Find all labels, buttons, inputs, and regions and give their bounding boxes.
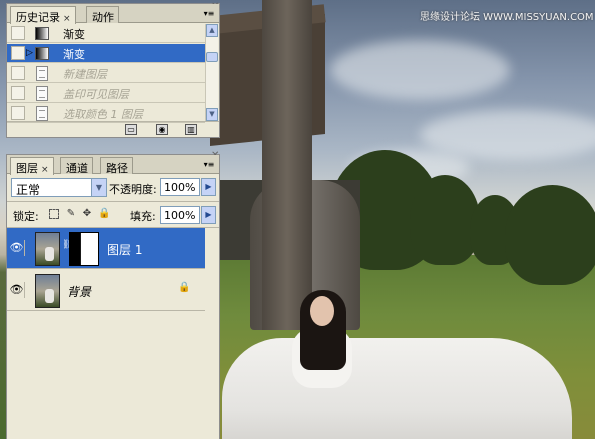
fill-input[interactable]: 100% [160,206,200,224]
cloud [420,110,595,160]
layer-row[interactable]: 👁 背景 🔒 [7,270,205,311]
trash-icon[interactable]: ▥ [185,124,197,135]
fill-label: 填充: [130,210,156,223]
history-item-label: 渐变 [63,48,85,61]
tree [505,185,595,285]
wedding-dress [222,338,572,439]
lock-transparent-icon[interactable] [49,209,59,219]
eye-icon[interactable]: 👁 [9,240,25,256]
tab-layers-label: 图层 [16,162,38,175]
history-item[interactable]: 新建图层 [7,64,205,83]
new-document-icon[interactable]: ▭ [125,124,137,135]
tab-actions[interactable]: 动作 [86,6,119,24]
lock-label: 锁定: [13,210,39,223]
history-item-label: 盖印可见图层 [63,88,129,101]
bride-face [310,296,334,326]
tab-layers[interactable]: 图层 × [10,157,54,175]
layer-thumbnail[interactable] [35,274,60,308]
history-state-icon [36,86,48,101]
panel-menu-icon[interactable]: ▾≡ [202,159,216,170]
layer-mask-thumbnail[interactable] [69,232,99,266]
chevron-down-icon[interactable]: ▼ [91,179,106,196]
history-item[interactable]: 盖印可见图层 [7,84,205,103]
scroll-up-icon[interactable]: ▲ [206,24,218,37]
camera-icon[interactable]: ◉ [156,124,168,135]
gradient-thumb-icon [35,27,49,40]
history-panel: ✕ 历史记录× 动作 ▾≡ 渐变 ▷ 渐变 新建图层 盖印可见图层 选取颜色 1… [6,1,220,138]
history-footer: ▭ ◉ ▥ [7,121,219,137]
tab-paths-label: 路径 [106,162,128,175]
tab-paths[interactable]: 路径 [100,157,133,175]
divider [7,201,219,202]
opacity-value: 100% [164,181,196,194]
tab-close-icon[interactable]: × [41,165,49,175]
blend-mode-select[interactable]: 正常 ▼ [11,178,107,197]
tab-close-icon[interactable]: × [63,14,71,24]
blend-mode-value: 正常 [16,183,41,197]
history-item-label: 渐变 [63,28,85,41]
stone-pillar [262,0,312,330]
tab-history-label: 历史记录 [16,11,60,24]
history-scrollbar[interactable]: ▲ ▼ [205,24,218,121]
history-item[interactable]: ▷ 渐变 [7,44,205,63]
history-item-label: 选取颜色 1 图层 [63,108,143,121]
gradient-thumb-icon [35,47,49,60]
layer-thumbnail[interactable] [35,232,60,266]
layer-row[interactable]: 👁 ⛓ 图层 1 [7,228,205,269]
tab-actions-label: 动作 [92,11,114,24]
history-item[interactable]: 渐变 [7,24,205,43]
snapshot-checkbox[interactable] [11,86,25,100]
tab-channels-label: 通道 [66,162,88,175]
opacity-slider-arrow-icon[interactable]: ▶ [201,178,216,196]
layer-name[interactable]: 背景 [67,283,91,300]
tab-history[interactable]: 历史记录 × [10,6,76,24]
opacity-input[interactable]: 100% [160,178,200,196]
snapshot-checkbox[interactable] [11,106,25,120]
scroll-down-icon[interactable]: ▼ [206,108,218,121]
lock-brush-icon[interactable]: ✎ [65,208,77,220]
history-state-icon [36,66,48,81]
history-state-icon [36,106,48,121]
layer-name[interactable]: 图层 1 [107,241,142,258]
scroll-thumb[interactable] [206,52,218,62]
opacity-label: 不透明度: [109,183,157,196]
layers-tabbar: 图层 × 通道 路径 ▾≡ [7,155,219,175]
tab-channels[interactable]: 通道 [60,157,93,175]
eye-icon[interactable]: 👁 [9,282,25,298]
snapshot-checkbox[interactable] [11,66,25,80]
history-tabbar: 历史记录 × 动作 ▾≡ [7,4,219,24]
fill-value: 100% [164,209,196,222]
snapshot-checkbox[interactable] [11,26,25,40]
history-brush-marker-icon: ▷ [26,48,33,58]
snapshot-checkbox[interactable] [11,46,25,60]
tree [410,175,480,265]
fill-slider-arrow-icon[interactable]: ▶ [201,206,216,224]
lock-all-icon[interactable]: 🔒 [98,208,110,220]
history-item-label: 新建图层 [63,68,107,81]
lock-icon: 🔒 [178,282,191,293]
watermark: 思缘设计论坛 WWW.MISSYUAN.COM [420,12,594,23]
lock-move-icon[interactable]: ✥ [81,208,93,220]
layers-panel: ✕ 图层× 通道 路径 ▾≡ 正常 ▼ 不透明度: 100% ▶ 锁定: ✎ ✥… [6,150,220,439]
cloud [330,40,510,100]
panel-menu-icon[interactable]: ▾≡ [202,8,216,19]
